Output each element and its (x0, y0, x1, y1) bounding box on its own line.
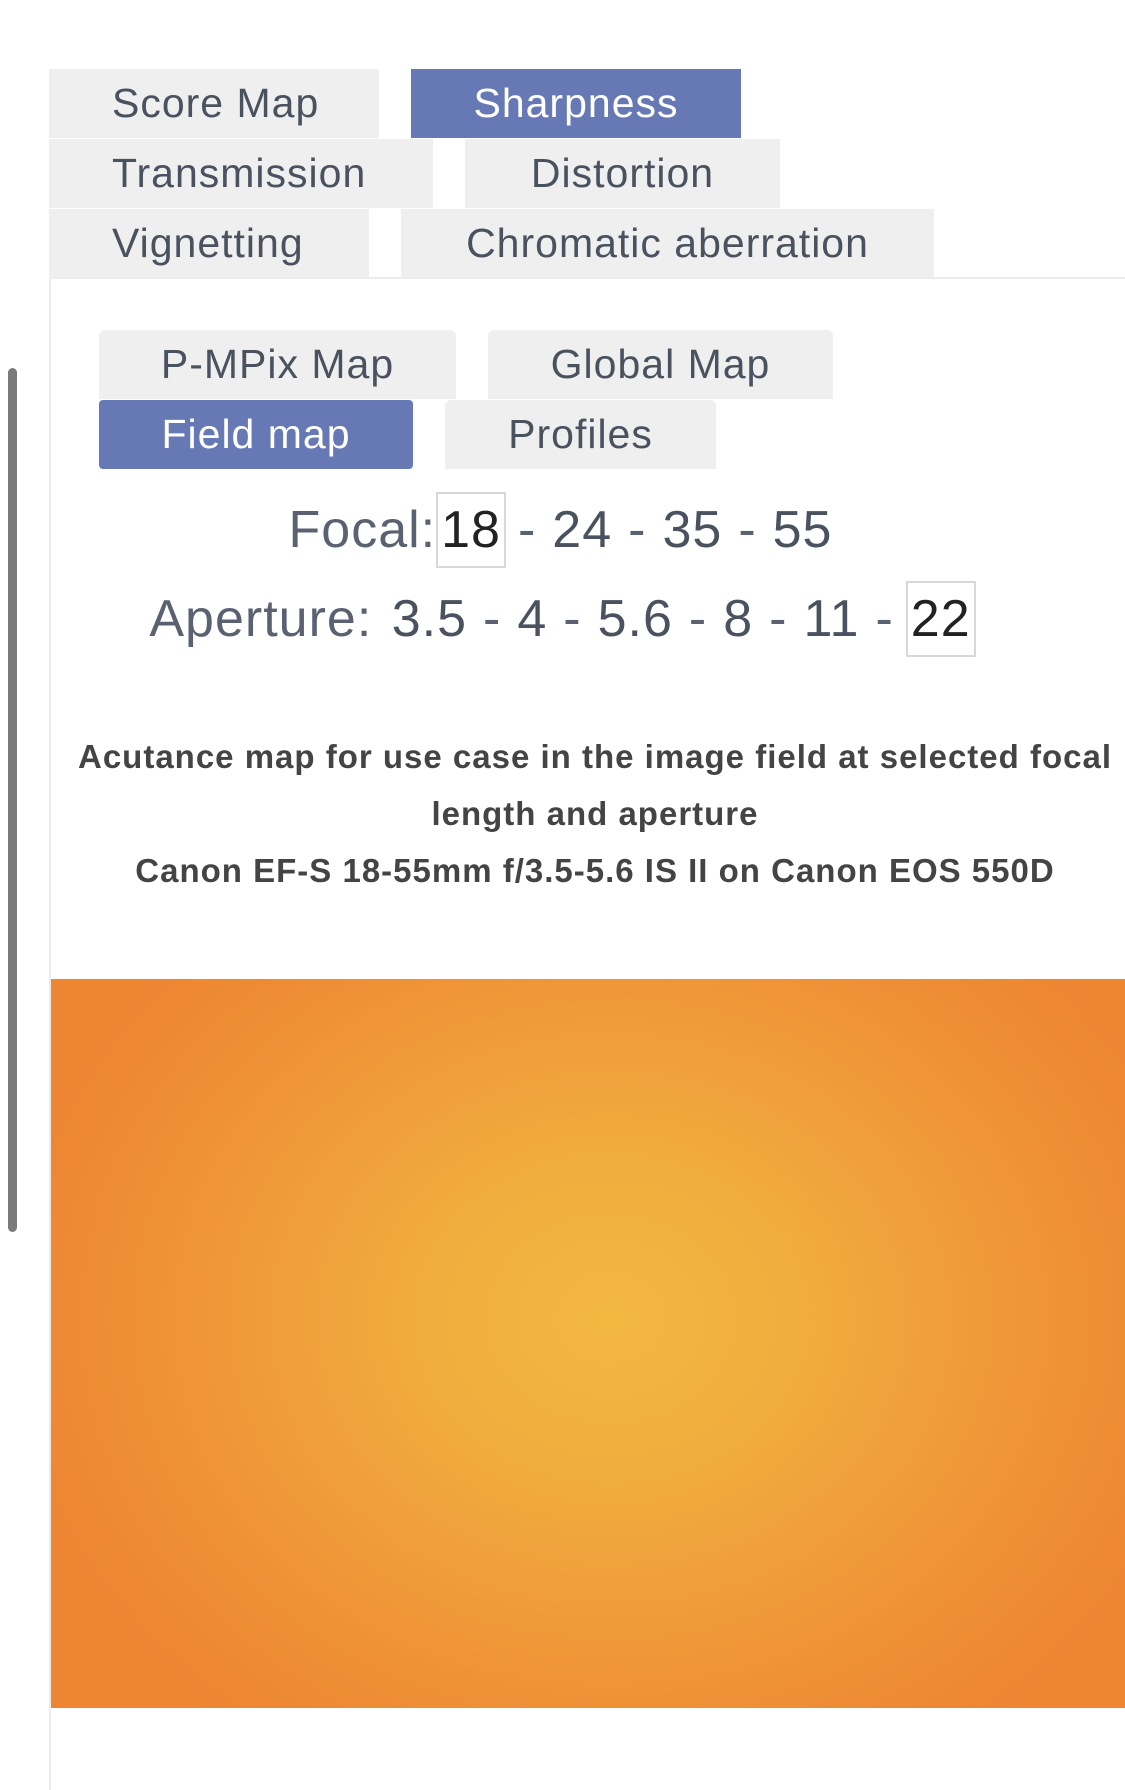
subtab-field-map[interactable]: Field map (99, 400, 413, 469)
aperture-option-3-5[interactable]: 3.5 (388, 589, 471, 649)
tab-chromatic-aberration[interactable]: Chromatic aberration (401, 209, 934, 278)
aperture-selector: Aperture: 3.5-4-5.6-8-11-22 (0, 581, 1125, 657)
separator: - (769, 590, 788, 648)
map-caption: Acutance map for use case in the image f… (70, 728, 1120, 899)
tab-sharpness[interactable]: Sharpness (411, 69, 741, 138)
focal-option-35[interactable]: 35 (658, 500, 726, 560)
subtab-profiles[interactable]: Profiles (445, 400, 716, 469)
caption-description: Acutance map for use case in the image f… (77, 738, 1112, 832)
subtab-pmpix-map[interactable]: P-MPix Map (99, 330, 456, 399)
tab-transmission[interactable]: Transmission (49, 139, 433, 208)
tab-score-map[interactable]: Score Map (49, 69, 379, 138)
focal-option-55[interactable]: 55 (769, 500, 837, 560)
aperture-option-8[interactable]: 8 (719, 589, 757, 649)
focal-label: Focal: (288, 501, 437, 559)
subtab-global-map[interactable]: Global Map (488, 330, 833, 399)
focal-selector: Focal:18-24-35-55 (0, 492, 1125, 568)
separator: - (875, 590, 894, 648)
aperture-label: Aperture: (149, 590, 373, 648)
separator: - (628, 501, 647, 559)
acutance-field-map (51, 979, 1125, 1708)
tab-vignetting[interactable]: Vignetting (49, 209, 369, 278)
separator: - (483, 590, 502, 648)
aperture-option-5-6[interactable]: 5.6 (594, 589, 677, 649)
tab-distortion[interactable]: Distortion (465, 139, 780, 208)
aperture-option-4[interactable]: 4 (513, 589, 551, 649)
focal-option-18[interactable]: 18 (436, 492, 506, 568)
caption-lens-camera: Canon EF-S 18-55mm f/3.5-5.6 IS II on Ca… (135, 852, 1055, 889)
aperture-option-11[interactable]: 11 (799, 589, 863, 649)
separator: - (517, 501, 537, 559)
focal-option-24[interactable]: 24 (548, 500, 616, 560)
separator: - (738, 501, 757, 559)
separator: - (563, 590, 582, 648)
content-border-top (49, 277, 1125, 279)
separator: - (688, 590, 708, 648)
aperture-option-22[interactable]: 22 (905, 581, 976, 657)
